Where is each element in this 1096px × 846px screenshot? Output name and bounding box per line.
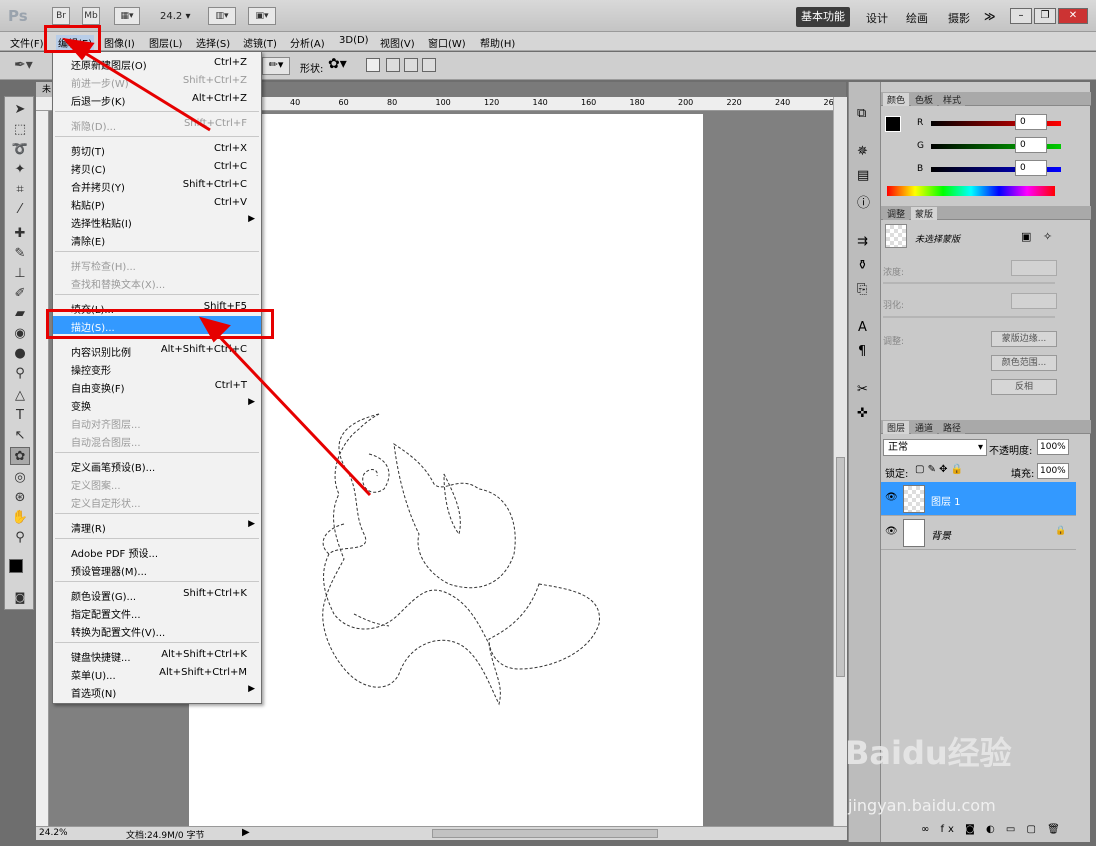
- annotation-arrows: [62, 37, 372, 497]
- baidu-watermark-url: jingyan.baidu.com: [848, 796, 996, 815]
- baidu-watermark: Baidu经验: [845, 734, 1012, 772]
